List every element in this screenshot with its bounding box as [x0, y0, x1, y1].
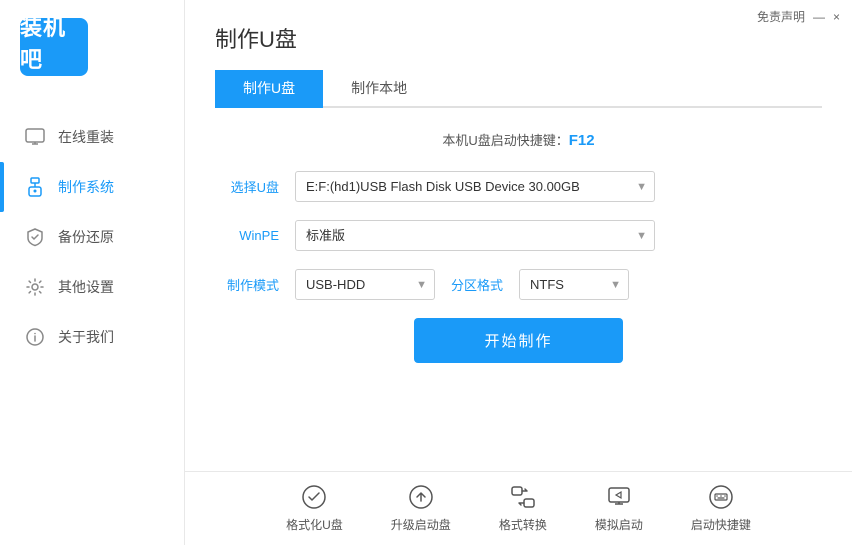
partition-select-wrap: NTFS FAT32 ▼	[519, 269, 629, 300]
usb-select[interactable]: E:F:(hd1)USB Flash Disk USB Device 30.00…	[295, 171, 655, 202]
logo: 装机吧 ZHUANG.JIBA.COM	[20, 18, 88, 76]
sidebar-item-label: 制作系统	[58, 177, 114, 197]
main-content: 制作U盘 制作U盘 制作本地 本机U盘启动快捷键：F12 选择U盘 E:F:(h…	[185, 0, 852, 545]
tab-bar: 制作U盘 制作本地	[215, 70, 822, 108]
sidebar-item-label: 关于我们	[58, 327, 114, 347]
form-area: 本机U盘启动快捷键：F12 选择U盘 E:F:(hd1)USB Flash Di…	[185, 108, 852, 471]
logo-sub: ZHUANG.JIBA.COM	[12, 76, 95, 85]
title-bar: 免责声明 — ×	[745, 0, 852, 33]
convert-icon	[508, 482, 538, 512]
winpe-label: WinPE	[215, 228, 279, 243]
page-title: 制作U盘	[215, 22, 822, 54]
monitor-icon	[24, 126, 46, 148]
select-usb-label: 选择U盘	[215, 177, 279, 196]
tool-simulate-boot-label: 模拟启动	[595, 516, 643, 533]
partition-label: 分区格式	[451, 275, 503, 294]
usb-icon	[24, 176, 46, 198]
bottom-toolbar: 格式化U盘 升级启动盘 格式转换	[185, 471, 852, 545]
logo-text: 装机吧	[20, 10, 88, 74]
tool-upgrade-boot-label: 升级启动盘	[391, 516, 451, 533]
simulate-icon	[604, 482, 634, 512]
nav-menu: 在线重装 制作系统 备份还原	[0, 92, 184, 545]
disclaimer-link[interactable]: 免责声明	[757, 8, 805, 25]
winpe-row: WinPE 标准版 高级版 ▼	[215, 220, 822, 251]
check-circle-icon	[299, 482, 329, 512]
sidebar-item-about-us[interactable]: 关于我们	[0, 312, 184, 362]
sidebar-item-other-settings[interactable]: 其他设置	[0, 262, 184, 312]
tool-format-usb[interactable]: 格式化U盘	[286, 482, 343, 533]
info-icon	[24, 326, 46, 348]
tool-simulate-boot[interactable]: 模拟启动	[595, 482, 643, 533]
shortcut-key: F12	[569, 132, 595, 149]
shortcut-prefix: 本机U盘启动快捷键：	[442, 133, 568, 148]
tool-boot-shortcut-label: 启动快捷键	[691, 516, 751, 533]
sidebar-item-online-reinstall[interactable]: 在线重装	[0, 112, 184, 162]
tab-make-local[interactable]: 制作本地	[323, 70, 435, 108]
sidebar-item-backup-restore[interactable]: 备份还原	[0, 212, 184, 262]
sidebar: 装机吧 ZHUANG.JIBA.COM 在线重装	[0, 0, 185, 545]
mode-select-wrap: USB-HDD USB-ZIP USB-FDD ▼	[295, 269, 435, 300]
keyboard-icon	[706, 482, 736, 512]
shortcut-tip: 本机U盘启动快捷键：F12	[215, 130, 822, 149]
upload-circle-icon	[406, 482, 436, 512]
sidebar-item-label: 其他设置	[58, 277, 114, 297]
tool-format-usb-label: 格式化U盘	[286, 516, 343, 533]
partition-select[interactable]: NTFS FAT32	[519, 269, 629, 300]
mode-label: 制作模式	[215, 275, 279, 294]
sidebar-item-make-system[interactable]: 制作系统	[0, 162, 184, 212]
usb-select-wrap: E:F:(hd1)USB Flash Disk USB Device 30.00…	[295, 171, 655, 202]
winpe-select-wrap: 标准版 高级版 ▼	[295, 220, 655, 251]
close-button[interactable]: ×	[833, 10, 840, 24]
mode-select[interactable]: USB-HDD USB-ZIP USB-FDD	[295, 269, 435, 300]
sidebar-item-label: 备份还原	[58, 227, 114, 247]
shield-icon	[24, 226, 46, 248]
start-button[interactable]: 开始制作	[414, 318, 622, 363]
tool-upgrade-boot[interactable]: 升级启动盘	[391, 482, 451, 533]
mode-row: 制作模式 USB-HDD USB-ZIP USB-FDD ▼ 分区格式 NTFS…	[215, 269, 822, 300]
tab-make-usb[interactable]: 制作U盘	[215, 70, 323, 108]
tool-convert-format[interactable]: 格式转换	[499, 482, 547, 533]
winpe-select[interactable]: 标准版 高级版	[295, 220, 655, 251]
minimize-button[interactable]: —	[813, 10, 825, 24]
sidebar-item-label: 在线重装	[58, 127, 114, 147]
logo-area: 装机吧 ZHUANG.JIBA.COM	[0, 0, 184, 92]
select-usb-row: 选择U盘 E:F:(hd1)USB Flash Disk USB Device …	[215, 171, 822, 202]
gear-icon	[24, 276, 46, 298]
tool-boot-shortcut[interactable]: 启动快捷键	[691, 482, 751, 533]
tool-convert-format-label: 格式转换	[499, 516, 547, 533]
